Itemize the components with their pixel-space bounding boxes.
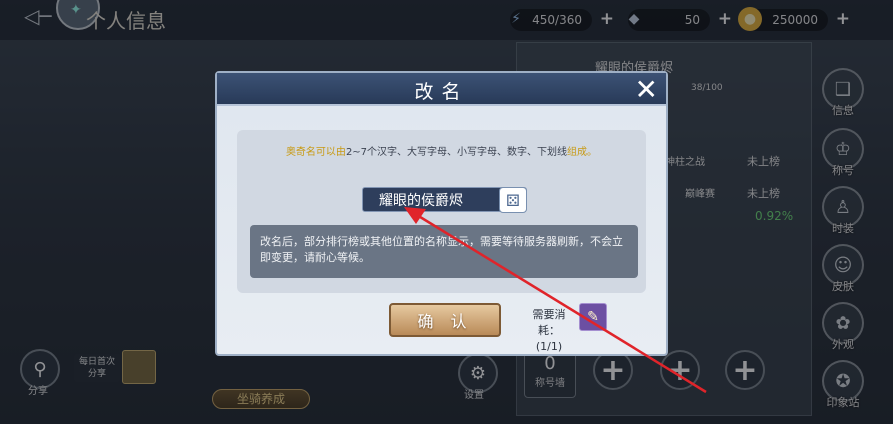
note-highlight: 组成。 [567, 147, 598, 158]
note-highlight: 奥奇名可以由 [285, 147, 346, 158]
dialog-title: 改名 [414, 81, 469, 103]
cost-label: 需要消耗： [532, 308, 566, 337]
confirm-button[interactable]: 确 认 [389, 303, 501, 337]
cost-count: (1/1) [535, 340, 563, 353]
name-rule-note: 奥奇名可以由2~7个汉字、大写字母、小写字母、数字、下划线组成。 [237, 146, 646, 160]
dice-icon[interactable]: ⚄ [499, 187, 527, 213]
note-text: 2~7个汉字、大写字母、小写字母、数字、下划线 [345, 147, 568, 158]
rename-info-text: 改名后，部分排行榜或其他位置的名称显示，需要等待服务器刷新，不会立即变更，请耐心… [250, 225, 638, 278]
dialog-header: 改名 ✕ [217, 73, 666, 106]
rename-scroll-icon: ✎ [579, 303, 607, 331]
close-icon[interactable]: ✕ [635, 73, 658, 106]
rename-dialog: 改名 ✕ 奥奇名可以由2~7个汉字、大写字母、小写字母、数字、下划线组成。 耀眼… [215, 71, 668, 356]
cost-info: 需要消耗： (1/1) [523, 307, 575, 355]
